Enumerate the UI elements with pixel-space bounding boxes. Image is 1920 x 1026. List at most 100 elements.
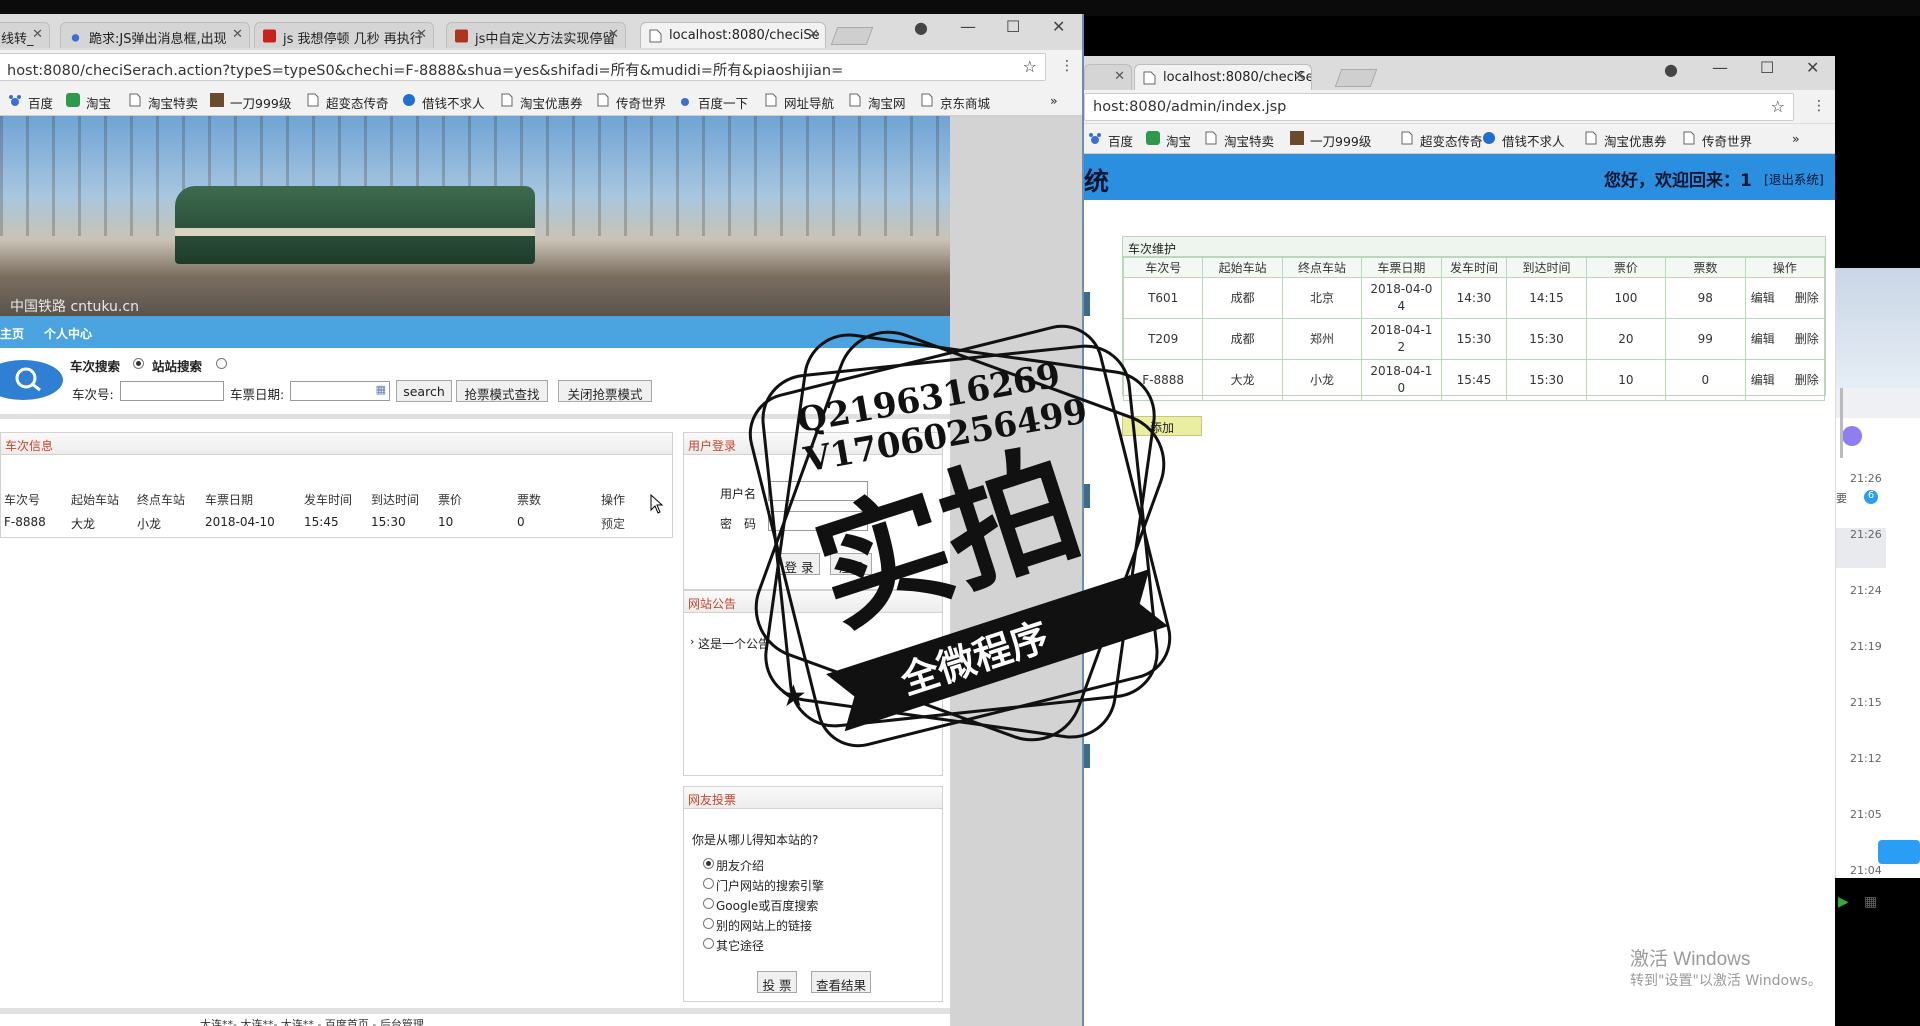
bookmark-item[interactable]: 借钱不求人 — [1482, 131, 1565, 150]
chat-time: 21:24 — [1850, 584, 1882, 597]
close-icon[interactable]: ✕ — [1294, 69, 1305, 84]
bookmark-item[interactable]: 传奇世界 — [596, 93, 666, 112]
edit-link[interactable]: 编辑 — [1751, 291, 1775, 305]
cell-price: 20 — [1585, 318, 1667, 360]
nav-user-center[interactable]: 个人中心 — [44, 325, 92, 342]
tab-item[interactable]: 线转_ ✕ — [0, 22, 50, 48]
tab-admin-index[interactable]: localhost:8080/checiSe ✕ — [1134, 64, 1312, 90]
unread-badge: 6 — [1864, 490, 1878, 504]
train-number-input[interactable] — [120, 381, 224, 401]
address-bar-row: host:8080/checiSerach.action?typeS=typeS… — [0, 50, 1082, 86]
bookmark-item[interactable]: 淘宝 — [1146, 131, 1191, 150]
minimize-button[interactable]: — — [1712, 58, 1728, 77]
vote-option[interactable]: 别的网站上的链接 — [703, 917, 812, 934]
ticket-date-input[interactable]: ▦ — [290, 381, 390, 401]
bookmark-item[interactable]: 超变态传奇 — [1400, 131, 1483, 150]
address-bar[interactable]: host:8080/admin/index.jsp ☆ — [1084, 93, 1794, 121]
bookmark-item[interactable]: 淘宝优惠券 — [1584, 131, 1667, 150]
bookmark-item[interactable]: 传奇世界 — [1682, 131, 1752, 150]
more-bookmarks-icon[interactable]: » — [1050, 93, 1058, 108]
bookmark-item[interactable]: 淘宝特卖 — [1204, 131, 1274, 150]
scrollbar-thumb[interactable] — [1840, 388, 1843, 458]
cell-arrive: 15:30 — [371, 515, 406, 529]
nav-home[interactable]: 主页 — [0, 325, 24, 342]
bookmark-item[interactable]: 超变态传奇 — [306, 93, 389, 112]
close-grab-mode-button[interactable]: 关闭抢票模式 — [558, 380, 652, 402]
bookmark-item[interactable]: 淘宝优惠券 — [500, 93, 583, 112]
delete-link[interactable]: 删除 — [1795, 291, 1819, 305]
logout-link[interactable]: [退出系统] — [1764, 169, 1824, 188]
radio[interactable] — [703, 918, 714, 929]
vote-button[interactable]: 投 票 — [757, 971, 797, 993]
star-icon[interactable]: ☆ — [1023, 57, 1037, 76]
bookmark-item[interactable]: 淘宝网 — [848, 93, 906, 112]
bookmark-item[interactable]: 百度一下 — [678, 93, 748, 112]
vote-option[interactable]: 朋友介绍 — [703, 857, 764, 874]
radio-selected[interactable] — [703, 858, 714, 869]
bookmark-item[interactable]: 一刀999级 — [210, 93, 291, 112]
close-icon[interactable]: ✕ — [608, 27, 619, 42]
minimize-button[interactable]: — — [960, 17, 976, 36]
close-window-button[interactable]: ✕ — [1052, 17, 1065, 36]
footer-links[interactable]: 大连**- 大连**- 大连** - 百度首页 - 后台管理 — [200, 1016, 424, 1026]
new-tab-button[interactable] — [830, 27, 874, 45]
col-header: 票价 — [438, 493, 463, 507]
maximize-button[interactable]: ☐ — [1006, 17, 1020, 36]
bookmark-item[interactable]: 京东商城 — [920, 93, 990, 112]
radio[interactable] — [703, 878, 714, 889]
bookmark-item[interactable]: 借钱不求人 — [402, 93, 485, 112]
train-table: 车次号 起始车站 终点车站 车票日期 发车时间 到达时间 票价 票数 操作 T601 成都 北京 20… — [1122, 257, 1826, 401]
chat-bubble-icon[interactable] — [1842, 426, 1862, 446]
tab-active[interactable]: localhost:8080/checiSe ✕ — [640, 22, 826, 48]
search-button[interactable]: search — [396, 380, 452, 402]
radio[interactable] — [703, 898, 714, 909]
reserve-link[interactable]: 预定 — [601, 515, 625, 532]
vote-option[interactable]: 门户网站的搜索引擎 — [703, 877, 824, 894]
radio[interactable] — [703, 938, 714, 949]
tab-item[interactable]: 跪求:JS弹出消息框,出现 ✕ — [60, 22, 250, 48]
bookmark-item[interactable]: 网址导航 — [764, 93, 834, 112]
bookmark-item[interactable]: 淘宝特卖 — [128, 93, 198, 112]
tab-item[interactable]: js 我想停顿 几秒 再执行 ✕ — [254, 22, 434, 48]
page-icon — [849, 93, 861, 107]
train-maintenance-panel: 车次维护 车次号 起始车站 终点车站 车票日期 发车时间 到达时间 票价 票数 操作 T601 成… — [1122, 236, 1826, 401]
maximize-button[interactable]: ☐ — [1760, 58, 1774, 77]
view-results-button[interactable]: 查看结果 — [811, 971, 871, 993]
vote-option[interactable]: 其它途径 — [703, 937, 764, 954]
new-tab-button[interactable] — [1334, 69, 1378, 87]
close-window-button[interactable]: ✕ — [1806, 58, 1819, 77]
calendar-icon[interactable]: ▦ — [376, 383, 386, 396]
menu-icon[interactable]: ⋮ — [1060, 58, 1074, 74]
bookmark-item[interactable]: 百度 — [8, 93, 53, 112]
more-bookmarks-icon[interactable]: » — [1792, 131, 1800, 146]
close-icon[interactable]: ✕ — [808, 27, 819, 42]
cell-arr: 14:15 — [1506, 277, 1587, 319]
system-title: 统 — [1084, 167, 1110, 196]
mouse-cursor-icon — [650, 494, 664, 514]
bookmark-item[interactable]: 淘宝 — [66, 93, 111, 112]
delete-link[interactable]: 删除 — [1795, 373, 1819, 387]
edit-link[interactable]: 编辑 — [1751, 332, 1775, 346]
address-bar[interactable]: host:8080/checiSerach.action?typeS=typeS… — [0, 53, 1046, 81]
close-icon[interactable]: ✕ — [1114, 69, 1125, 84]
tab-previous[interactable]: ✕ — [1084, 64, 1132, 90]
close-icon[interactable]: ✕ — [32, 27, 43, 42]
grab-mode-search-button[interactable]: 抢票模式查找 — [456, 380, 548, 402]
delete-link[interactable]: 删除 — [1795, 332, 1819, 346]
vote-option[interactable]: Google或百度搜索 — [703, 897, 818, 914]
tab-item[interactable]: js中自定义方法实现停留 ✕ — [446, 22, 626, 48]
bookmark-item[interactable]: 百度 — [1088, 131, 1133, 150]
play-icon[interactable]: ▶ — [1838, 894, 1849, 910]
bookmark-item[interactable]: 一刀999级 — [1290, 131, 1371, 150]
profile-icon[interactable]: ● — [1664, 60, 1678, 79]
profile-icon[interactable]: ● — [914, 18, 928, 37]
grid-icon[interactable]: ▦ — [1864, 894, 1877, 910]
edit-link[interactable]: 编辑 — [1751, 373, 1775, 387]
star-icon[interactable]: ☆ — [1771, 97, 1785, 116]
cloud-icon[interactable] — [1878, 840, 1920, 864]
close-icon[interactable]: ✕ — [232, 27, 243, 42]
mode-train-radio[interactable] — [133, 358, 144, 369]
close-icon[interactable]: ✕ — [416, 27, 427, 42]
menu-icon[interactable]: ⋮ — [1812, 98, 1826, 114]
mode-station-radio[interactable] — [216, 358, 227, 369]
